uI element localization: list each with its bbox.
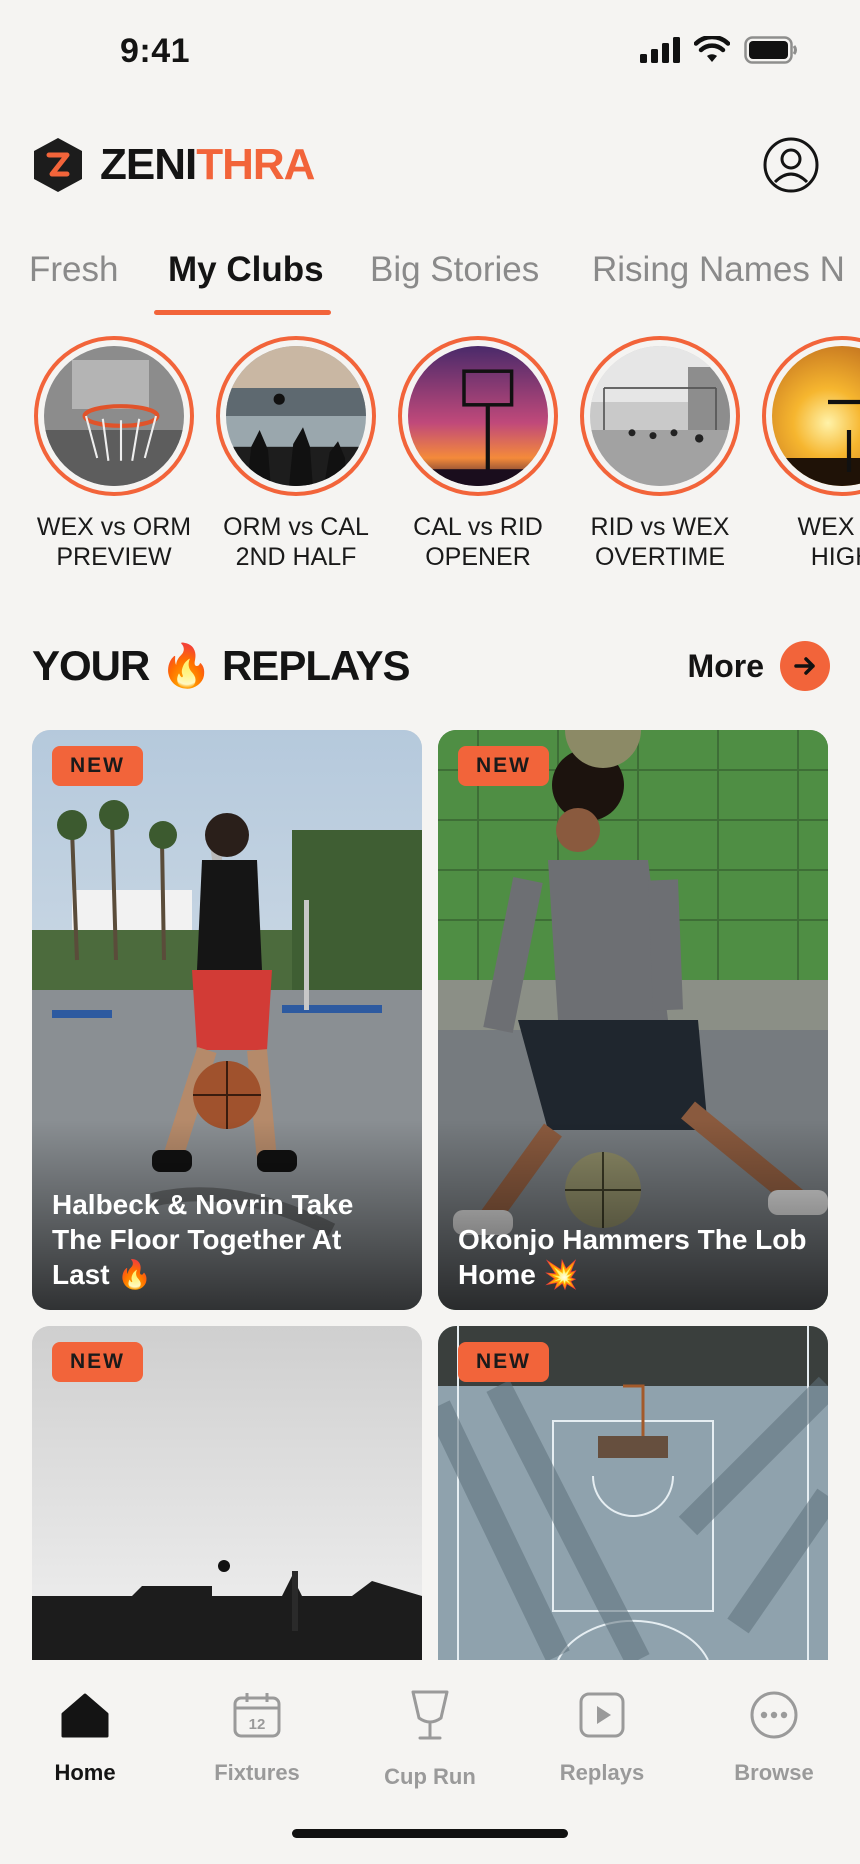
story-thumbnail — [226, 346, 366, 486]
more-button[interactable]: More — [688, 641, 830, 691]
home-icon — [10, 1684, 160, 1746]
story-label: ORM vs CAL 2ND HALF — [223, 513, 369, 571]
replay-card[interactable]: NEW Halbeck & Novrin Take The Floor Toge… — [32, 730, 422, 1310]
brand-name-part2: THRA — [196, 140, 315, 189]
status-bar: 9:41 — [0, 0, 860, 100]
battery-icon — [744, 36, 797, 64]
story-ring — [398, 336, 558, 496]
brand[interactable]: ZENITHRA — [32, 136, 315, 194]
story-thumbnail — [772, 346, 860, 486]
nav-label: Replays — [559, 1760, 645, 1785]
story-ring — [34, 336, 194, 496]
tab-fresh[interactable]: Fresh — [29, 250, 118, 290]
arrow-right-icon — [780, 641, 830, 691]
new-badge: NEW — [52, 746, 143, 786]
card-title: Okonjo Hammers The Lob Home 💥 — [458, 1224, 807, 1290]
new-badge: NEW — [458, 746, 549, 786]
story-ring — [580, 336, 740, 496]
story-label: CAL vs RID OPENER — [413, 513, 543, 571]
trophy-icon — [355, 1684, 505, 1746]
more-icon — [699, 1684, 849, 1746]
wifi-icon — [694, 36, 730, 62]
story-label: WEX vs HIGH — [797, 513, 860, 571]
brand-logo-icon — [34, 138, 82, 192]
new-badge: NEW — [52, 1342, 143, 1382]
cellular-signal-icon — [640, 37, 680, 63]
brand-name: ZENITHRA — [100, 140, 315, 190]
status-time: 9:41 — [120, 32, 191, 70]
nav-label: Home — [54, 1760, 116, 1785]
nav-fixtures[interactable]: 12 Fixtures — [182, 1684, 332, 1786]
stories-row: WEX vs ORM PREVIEW ORM vs CAL 2ND HALF C… — [0, 336, 860, 576]
nav-label: Fixtures — [214, 1760, 300, 1785]
tab-rising-names[interactable]: Rising Names N — [592, 250, 845, 290]
story-item[interactable]: ORM vs CAL 2ND HALF — [211, 336, 381, 572]
svg-text:12: 12 — [249, 1716, 266, 1733]
nav-cup-run[interactable]: Cup Run — [355, 1684, 505, 1790]
nav-browse[interactable]: Browse — [699, 1684, 849, 1786]
story-thumbnail — [408, 346, 548, 486]
nav-label: Browse — [734, 1760, 814, 1785]
category-tabs: Fresh My Clubs Big Stories Rising Names … — [0, 240, 860, 320]
replay-card[interactable]: NEW — [438, 1326, 828, 1660]
nav-label: Cup Run — [384, 1764, 476, 1789]
story-item[interactable]: WEX vs HIGH — [757, 336, 860, 572]
replay-card[interactable]: NEW Okonjo Hammers The Lob Home 💥 — [438, 730, 828, 1310]
story-thumbnail — [44, 346, 184, 486]
home-indicator — [292, 1829, 568, 1838]
profile-avatar-icon[interactable] — [762, 136, 820, 194]
brand-name-part1: ZENI — [100, 140, 197, 189]
story-label: RID vs WEX OVERTIME — [590, 513, 730, 571]
replays-section-header: YOUR 🔥 REPLAYS More — [32, 636, 830, 696]
app-header: ZENITHRA — [32, 130, 828, 200]
story-ring — [762, 336, 860, 496]
story-item[interactable]: WEX vs ORM PREVIEW — [29, 336, 199, 572]
tab-big-stories[interactable]: Big Stories — [370, 250, 539, 290]
nav-replays[interactable]: Replays — [527, 1684, 677, 1786]
more-label: More — [687, 647, 764, 684]
active-tab-indicator — [154, 310, 331, 315]
card-title: Halbeck & Novrin Take The Floor Together… — [52, 1189, 354, 1290]
replay-card[interactable]: NEW — [32, 1326, 422, 1660]
tab-my-clubs[interactable]: My Clubs — [168, 250, 324, 290]
story-item[interactable]: RID vs WEX OVERTIME — [575, 336, 745, 572]
play-icon — [527, 1684, 677, 1746]
story-thumbnail — [590, 346, 730, 486]
story-label: WEX vs ORM PREVIEW — [36, 513, 192, 571]
calendar-icon: 12 — [182, 1684, 332, 1746]
nav-home[interactable]: Home — [10, 1684, 160, 1786]
section-title: YOUR 🔥 REPLAYS — [32, 641, 410, 689]
story-item[interactable]: CAL vs RID OPENER — [393, 336, 563, 572]
story-ring — [216, 336, 376, 496]
new-badge: NEW — [458, 1342, 549, 1382]
status-icons — [640, 36, 798, 64]
